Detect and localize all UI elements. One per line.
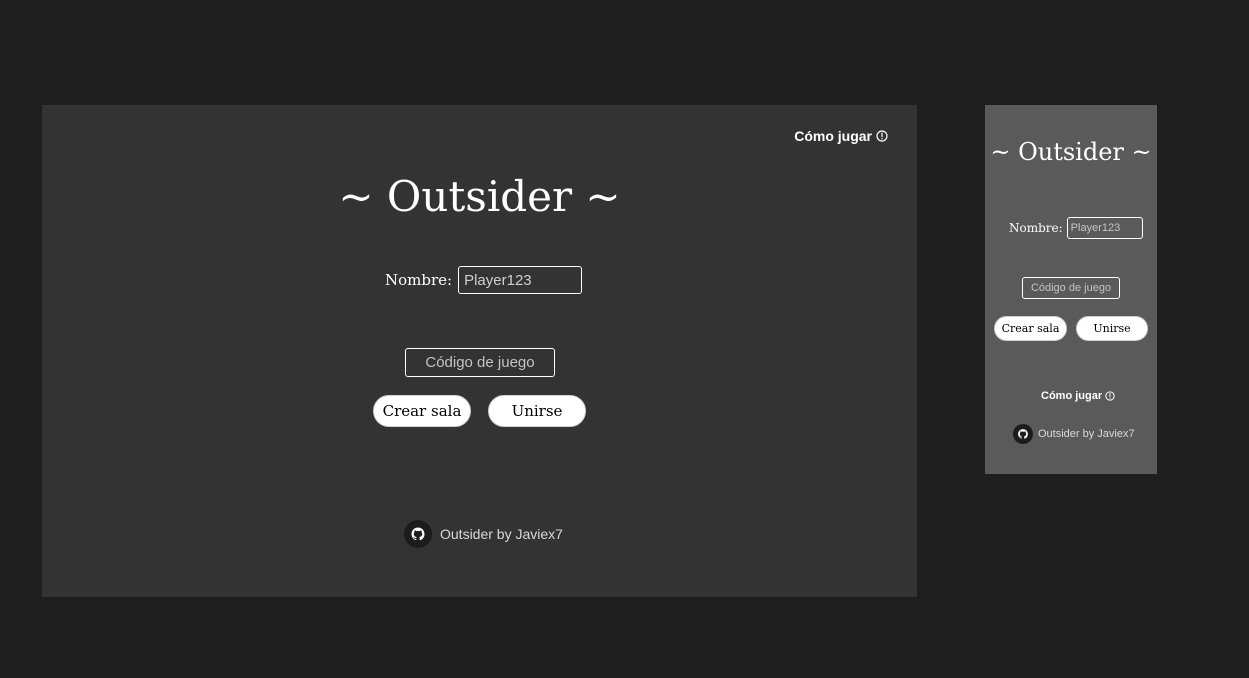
info-icon [876, 130, 888, 142]
how-to-play-label: Cómo jugar [794, 128, 872, 144]
mobile-game-code-input[interactable] [1022, 277, 1120, 299]
mobile-footer-text: Outsider by Javiex7 [1038, 428, 1135, 440]
mobile-frame: ~ Outsider ~ Nombre: Crear sala Unirse C… [985, 105, 1157, 474]
mobile-footer: Outsider by Javiex7 [1013, 424, 1135, 444]
footer: Outsider by Javiex7 [404, 520, 563, 548]
mobile-how-to-play-link[interactable]: Cómo jugar [1041, 390, 1115, 402]
name-label: Nombre: [385, 271, 453, 289]
mobile-join-button[interactable]: Unirse [1076, 316, 1148, 341]
page-title: ~ Outsider ~ [338, 172, 621, 221]
how-to-play-link[interactable]: Cómo jugar [794, 128, 888, 144]
mobile-name-input[interactable] [1066, 217, 1143, 239]
mobile-create-room-button[interactable]: Crear sala [994, 316, 1067, 341]
mobile-name-label: Nombre: [1009, 221, 1063, 235]
github-icon[interactable] [404, 520, 432, 548]
info-icon [1105, 391, 1115, 401]
mobile-how-to-play-label: Cómo jugar [1041, 390, 1103, 402]
mobile-name-row: Nombre: [1009, 217, 1143, 239]
footer-text: Outsider by Javiex7 [440, 526, 563, 542]
name-row: Nombre: [385, 266, 583, 294]
create-room-button[interactable]: Crear sala [373, 395, 471, 427]
game-code-input[interactable] [405, 348, 555, 377]
mobile-page-title: ~ Outsider ~ [990, 138, 1152, 166]
desktop-frame: Cómo jugar ~ Outsider ~ Nombre: Crear sa… [42, 105, 917, 597]
github-icon[interactable] [1013, 424, 1033, 444]
name-input[interactable] [458, 266, 583, 294]
join-button[interactable]: Unirse [488, 395, 586, 427]
